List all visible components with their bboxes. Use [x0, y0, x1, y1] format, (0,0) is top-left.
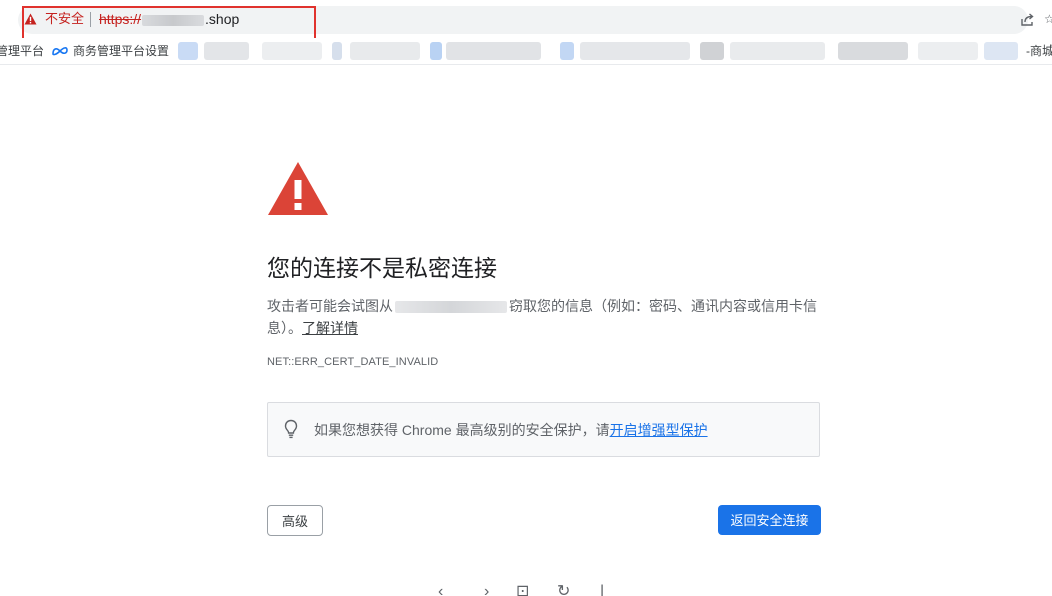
redacted-bookmark[interactable]	[178, 42, 198, 60]
redacted-bookmark[interactable]	[984, 42, 1018, 60]
page-title: 您的连接不是私密连接	[267, 255, 497, 281]
redacted-host	[395, 301, 507, 314]
forward-arrow-icon[interactable]: ›	[484, 584, 489, 596]
back-to-safety-button[interactable]: 返回安全连接	[718, 505, 821, 535]
bookmark-item-business-settings[interactable]: 商务管理平台设置	[73, 44, 169, 58]
bookmarks-bar: 管理平台 商务管理平台设置 -商城	[0, 38, 1052, 65]
url-scheme: https://	[99, 11, 142, 27]
explanation-paragraph: 攻击者可能会试图从 窃取您的信息（例如：密码、通讯内容或信用卡信息）。了解详情	[267, 295, 817, 339]
redacted-bookmark[interactable]	[580, 42, 690, 60]
browser-window: 不安全 https:// .shop ☆ 管理平台 商务管理平台设置 -商城 您的…	[0, 0, 1052, 596]
share-icon[interactable]	[1019, 12, 1035, 28]
bookmark-item[interactable]: 管理平台	[0, 44, 44, 58]
error-code: NET::ERR_CERT_DATE_INVALID	[267, 356, 439, 368]
star-icon[interactable]: ☆	[1044, 13, 1052, 25]
redacted-bookmark[interactable]	[918, 42, 978, 60]
redacted-bookmark[interactable]	[262, 42, 322, 60]
back-arrow-icon[interactable]: ‹	[438, 584, 443, 596]
url-text[interactable]: https:// .shop	[99, 11, 239, 27]
bookmark-item[interactable]: -商城	[1026, 44, 1052, 58]
lightbulb-icon	[284, 419, 298, 439]
enable-enhanced-protection-link[interactable]: 开启增强型保护	[610, 422, 708, 438]
enhanced-protection-box: 如果您想获得 Chrome 最高级别的安全保护，请开启增强型保护	[267, 402, 820, 457]
url-suffix: .shop	[205, 11, 240, 27]
redacted-bookmark[interactable]	[700, 42, 724, 60]
redacted-bookmark[interactable]	[332, 42, 342, 60]
redacted-bookmark[interactable]	[838, 42, 908, 60]
redacted-bookmark[interactable]	[560, 42, 574, 60]
redacted-bookmark[interactable]	[350, 42, 420, 60]
rotate-icon[interactable]: ↻	[557, 584, 570, 596]
window-icon[interactable]: ⊡	[516, 584, 529, 596]
not-secure-label[interactable]: 不安全	[45, 11, 84, 27]
explanation-text-start: 攻击者可能会试图从	[267, 298, 393, 314]
enhanced-protection-text: 如果您想获得 Chrome 最高级别的安全保护，请	[314, 422, 610, 438]
enhanced-protection-message: 如果您想获得 Chrome 最高级别的安全保护，请开启增强型保护	[314, 421, 708, 439]
redacted-bookmark[interactable]	[446, 42, 541, 60]
redacted-host	[142, 14, 205, 26]
divider	[90, 12, 91, 27]
divider-icon: |	[600, 583, 605, 596]
learn-more-link[interactable]: 了解详情	[302, 320, 358, 336]
toolbar: 不安全 https:// .shop ☆	[0, 0, 1052, 50]
redacted-bookmark[interactable]	[730, 42, 825, 60]
warning-triangle-icon	[268, 162, 328, 215]
advanced-button[interactable]: 高级	[267, 505, 323, 536]
redacted-bookmark[interactable]	[430, 42, 442, 60]
warning-triangle-icon[interactable]	[24, 13, 37, 25]
redacted-bookmark[interactable]	[204, 42, 249, 60]
meta-logo-icon	[52, 47, 68, 56]
